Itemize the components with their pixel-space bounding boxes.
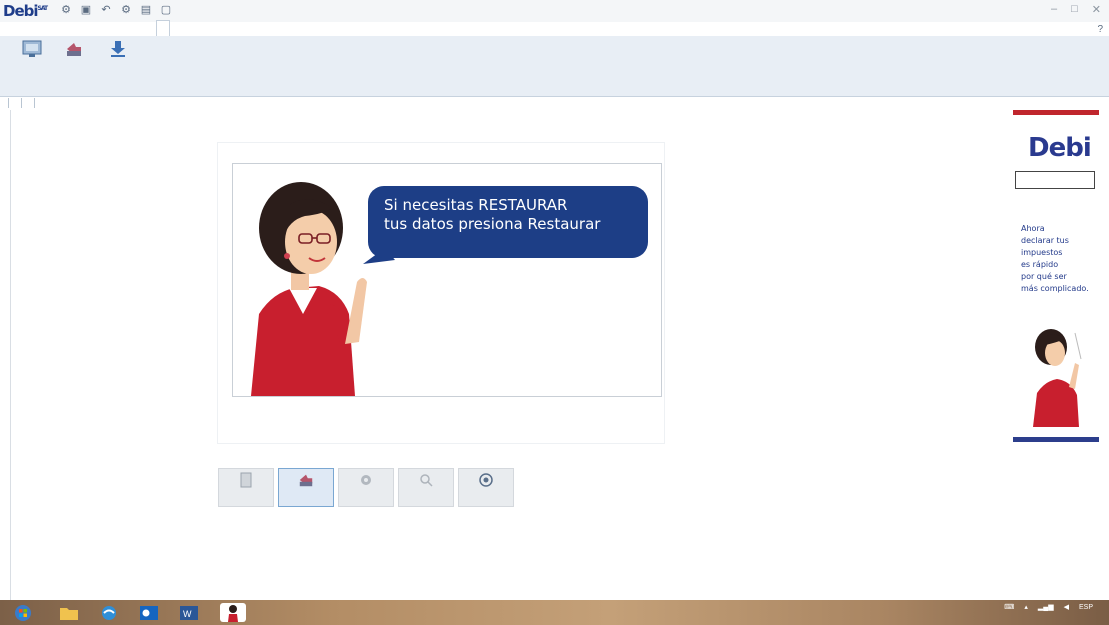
tab-3[interactable] bbox=[86, 20, 98, 36]
ad-text: Ahora declarar tus impuestos es rápido p… bbox=[1021, 224, 1089, 293]
ad-tagline bbox=[1015, 171, 1095, 189]
restore-icon bbox=[63, 38, 85, 60]
group-label-3 bbox=[26, 98, 35, 108]
gear-icon bbox=[339, 469, 393, 491]
question-icon[interactable]: ? bbox=[1097, 24, 1103, 35]
language-indicator[interactable]: ESP bbox=[1079, 604, 1093, 611]
tab-6[interactable] bbox=[128, 20, 140, 36]
outlook-icon[interactable] bbox=[136, 603, 162, 622]
action-button-3[interactable] bbox=[338, 468, 394, 507]
ad-assistant-illustration bbox=[1033, 329, 1082, 427]
undo-icon[interactable]: ↶ bbox=[100, 3, 112, 16]
system-tray: ⌨ ▴ ▂▄▆ ◀ ESP bbox=[1004, 603, 1103, 612]
tab-4[interactable] bbox=[100, 20, 112, 36]
group-label-1 bbox=[0, 98, 9, 108]
minimize-button[interactable]: – bbox=[1051, 3, 1057, 16]
group-label-2 bbox=[13, 98, 22, 108]
keyboard-icon[interactable]: ⌨ bbox=[1004, 603, 1014, 611]
descargar-button[interactable] bbox=[98, 38, 138, 65]
debi-app-icon[interactable] bbox=[220, 603, 246, 622]
app-menu-icon[interactable]: ⚙ bbox=[60, 3, 72, 16]
search-icon bbox=[399, 469, 453, 491]
tab-5[interactable] bbox=[114, 20, 126, 36]
ribbon-tabs bbox=[58, 20, 184, 36]
new-icon[interactable]: ▢ bbox=[160, 3, 172, 16]
respaldar-button[interactable] bbox=[12, 38, 52, 65]
tray-up-icon[interactable]: ▴ bbox=[1024, 603, 1028, 611]
tab-7[interactable] bbox=[142, 20, 154, 36]
tab-respaldo-active[interactable] bbox=[156, 20, 170, 36]
tab-1[interactable] bbox=[58, 20, 70, 36]
bubble-line-1: Si necesitas RESTAURAR bbox=[384, 196, 568, 214]
screen-icon bbox=[21, 38, 43, 60]
close-button[interactable]: ✕ bbox=[1092, 3, 1101, 16]
app-logo: DebiSAT bbox=[3, 2, 48, 20]
document-icon bbox=[219, 469, 273, 491]
volume-icon[interactable]: ◀ bbox=[1064, 603, 1069, 611]
tab-2[interactable] bbox=[72, 20, 84, 36]
print-icon[interactable]: ▤ bbox=[140, 3, 152, 16]
windows-taskbar: W ⌨ ▴ ▂▄▆ ◀ ESP bbox=[0, 600, 1109, 625]
word-icon[interactable]: W bbox=[176, 603, 202, 622]
restaurar-button[interactable] bbox=[54, 38, 94, 65]
folder-icon[interactable] bbox=[56, 603, 82, 622]
action-button-5[interactable] bbox=[458, 468, 514, 507]
browser-icon[interactable] bbox=[96, 603, 122, 622]
action-button-restaurar[interactable] bbox=[278, 468, 334, 507]
restore-icon bbox=[279, 469, 333, 491]
action-button-1[interactable] bbox=[218, 468, 274, 507]
speech-bubble-text: Si necesitas RESTAURAR tus datos presion… bbox=[384, 196, 600, 234]
save-icon[interactable]: ▣ bbox=[80, 3, 92, 16]
tab-9[interactable] bbox=[172, 20, 184, 36]
maximize-button[interactable]: □ bbox=[1071, 3, 1078, 16]
title-bar: DebiSAT ⚙ ▣ ↶ ⚙ ▤ ▢ – □ ✕ bbox=[0, 0, 1109, 22]
start-icon[interactable] bbox=[10, 603, 36, 622]
quick-access-toolbar: ⚙ ▣ ↶ ⚙ ▤ ▢ bbox=[60, 3, 172, 16]
ad-logo: Debi bbox=[1028, 133, 1092, 163]
bubble-line-2: tus datos presiona Restaurar bbox=[384, 215, 601, 233]
help-icon bbox=[459, 469, 513, 491]
svg-text:W: W bbox=[183, 609, 192, 619]
action-toolbar bbox=[218, 468, 514, 507]
speech-bubble: Si necesitas RESTAURAR tus datos presion… bbox=[368, 186, 648, 258]
window-controls: – □ ✕ bbox=[1051, 3, 1101, 16]
settings-icon[interactable]: ⚙ bbox=[120, 3, 132, 16]
debi-advertisement[interactable]: Debi Ahora declarar tus impuestos es ráp… bbox=[1013, 110, 1099, 442]
download-icon bbox=[107, 38, 129, 60]
network-icon[interactable]: ▂▄▆ bbox=[1038, 603, 1054, 611]
ribbon-groups bbox=[0, 98, 35, 108]
action-button-4[interactable] bbox=[398, 468, 454, 507]
ribbon-panel bbox=[0, 36, 1109, 108]
